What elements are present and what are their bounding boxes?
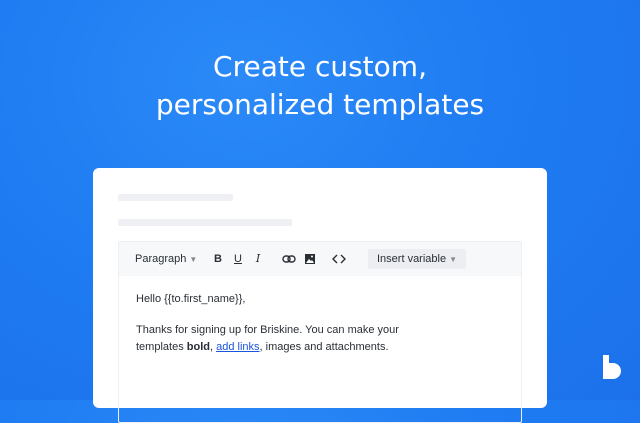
body-suffix: , images and attachments.	[259, 341, 389, 353]
subtitle-placeholder	[118, 219, 292, 226]
underline-button[interactable]: U	[230, 242, 246, 276]
chevron-down-icon: ▼	[449, 255, 458, 264]
template-card: Paragraph ▼ B U I Insert variable ▼ Hell…	[93, 168, 547, 423]
link-icon	[282, 255, 296, 263]
bold-text: bold	[186, 341, 210, 353]
greeting-line: Hello {{to.first_name}},	[136, 293, 246, 305]
body-prefix: templates	[136, 341, 187, 353]
format-select-label: Paragraph	[135, 253, 187, 265]
page-headline: Create custom, personalized templates	[0, 48, 640, 124]
title-placeholder	[118, 194, 233, 201]
editor-content[interactable]: Hello {{to.first_name}}, Thanks for sign…	[136, 291, 506, 370]
briskine-logo-icon	[603, 355, 621, 379]
body-paragraph: Thanks for signing up for Briskine. You …	[136, 322, 506, 356]
italic-button[interactable]: I	[250, 242, 266, 276]
headline-line-2: personalized templates	[155, 88, 485, 121]
headline-line-1: Create custom,	[213, 50, 427, 83]
format-select[interactable]: Paragraph ▼	[135, 242, 197, 276]
editor-toolbar: Paragraph ▼ B U I Insert variable ▼	[119, 242, 521, 276]
chevron-down-icon: ▼	[189, 255, 198, 264]
link-button[interactable]	[282, 242, 296, 276]
code-icon	[332, 254, 346, 264]
image-button[interactable]	[304, 242, 316, 276]
template-editor[interactable]: Paragraph ▼ B U I Insert variable ▼ Hell…	[118, 241, 522, 423]
add-links-link[interactable]: add links	[216, 341, 259, 353]
image-icon	[305, 254, 315, 264]
code-button[interactable]	[332, 242, 346, 276]
bold-button[interactable]: B	[210, 242, 226, 276]
insert-variable-button[interactable]: Insert variable ▼	[368, 249, 467, 269]
insert-variable-label: Insert variable	[377, 253, 447, 265]
body-line-1: Thanks for signing up for Briskine. You …	[136, 324, 399, 336]
